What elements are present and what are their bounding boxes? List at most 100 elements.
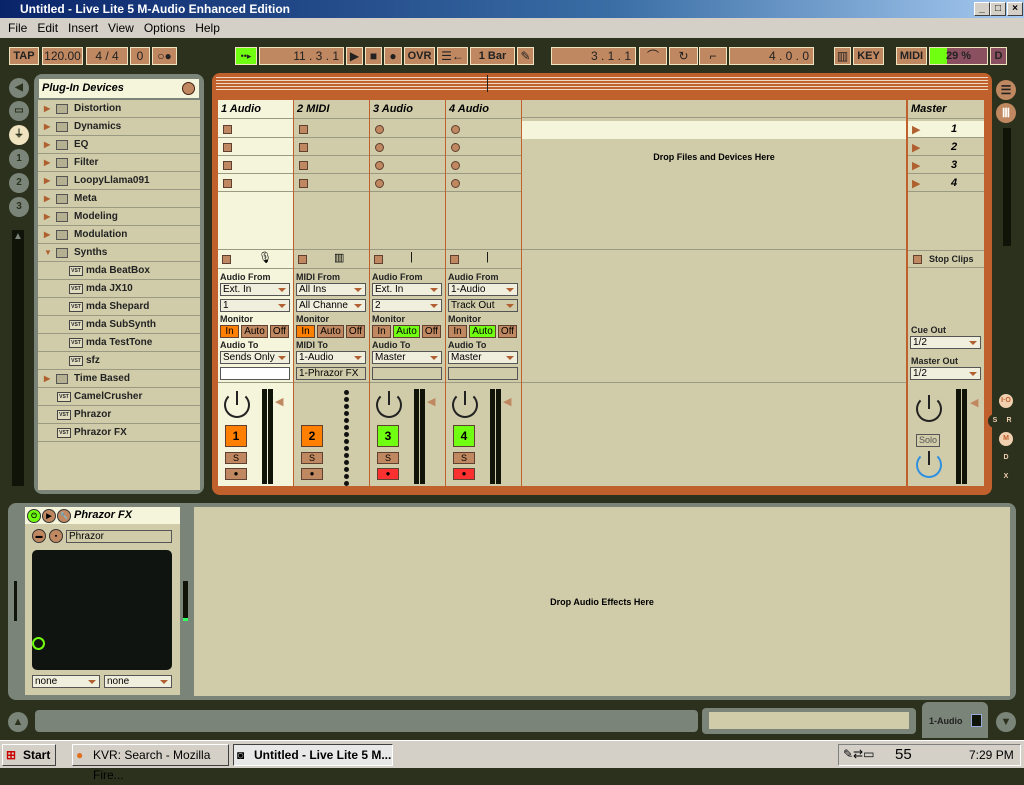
- input-type-dropdown[interactable]: All Ins: [296, 283, 366, 296]
- xy-pad[interactable]: [32, 550, 172, 670]
- show-r-button[interactable]: R: [1002, 414, 1016, 428]
- keyboard-icon[interactable]: ▥: [834, 47, 851, 65]
- output-type-dropdown[interactable]: Master: [448, 351, 518, 364]
- plugin-devices-icon[interactable]: ⏚: [9, 125, 29, 145]
- track-title[interactable]: 4 Audio: [446, 100, 521, 119]
- file-browser-3-icon[interactable]: 3: [9, 197, 29, 217]
- clip-record-button[interactable]: [375, 143, 384, 152]
- track-activator-button[interactable]: 1: [225, 425, 247, 447]
- output-channel-field[interactable]: [448, 367, 518, 380]
- clip-stop-button[interactable]: [223, 143, 232, 152]
- live-devices-icon[interactable]: ▭: [9, 101, 29, 121]
- key-map-button[interactable]: KEY: [853, 47, 884, 65]
- browser-item[interactable]: VST mda SubSynth: [38, 316, 200, 334]
- monitor-off-button[interactable]: Off: [346, 325, 365, 338]
- hide-device-view-icon[interactable]: ▼: [996, 712, 1016, 732]
- punch-out-icon[interactable]: ⌐: [699, 47, 727, 65]
- pencil-icon[interactable]: ✎: [517, 47, 534, 65]
- expand-arrow-icon[interactable]: ▶: [44, 370, 50, 388]
- session-scrollbar[interactable]: [1003, 128, 1011, 246]
- arm-button[interactable]: ●: [453, 468, 475, 480]
- y-param-dropdown[interactable]: none: [104, 675, 172, 688]
- save-icon[interactable]: ▪: [49, 529, 63, 543]
- menu-view[interactable]: View: [106, 21, 136, 35]
- input-type-dropdown[interactable]: Ext. In: [372, 283, 442, 296]
- expand-arrow-icon[interactable]: ▶: [44, 118, 50, 136]
- play-icon[interactable]: ▶: [912, 177, 920, 190]
- tempo-field[interactable]: 120.00: [42, 47, 83, 65]
- clip-slot[interactable]: [294, 121, 369, 138]
- back-to-arrangement-icon[interactable]: ☰←: [437, 47, 468, 65]
- hotswap-icon[interactable]: [182, 82, 195, 95]
- expand-arrow-icon[interactable]: ▶: [44, 208, 50, 226]
- scene-launch[interactable]: ▶ 1: [908, 121, 984, 138]
- minimize-button[interactable]: _: [974, 2, 990, 16]
- arm-button[interactable]: ●: [301, 468, 323, 480]
- device-fold-icon[interactable]: ▶: [42, 509, 56, 523]
- clip-slot[interactable]: [370, 121, 445, 138]
- master-volume-knob[interactable]: [916, 395, 942, 422]
- stop-button[interactable]: [298, 255, 307, 264]
- menu-insert[interactable]: Insert: [66, 21, 100, 35]
- drop-area[interactable]: Drop Files and Devices Here: [522, 100, 906, 486]
- follow-button[interactable]: ••▸: [235, 47, 257, 65]
- volume-arrow-icon[interactable]: ◀: [503, 395, 511, 408]
- expand-arrow-icon[interactable]: ▶: [44, 154, 50, 172]
- input-type-dropdown[interactable]: Ext. In: [220, 283, 290, 296]
- clip-slot[interactable]: [446, 139, 521, 156]
- overdub-button[interactable]: OVR: [404, 47, 435, 65]
- browser-item[interactable]: VST CamelCrusher: [38, 388, 200, 406]
- monitor-in-button[interactable]: In: [296, 325, 315, 338]
- hide-browser-icon[interactable]: ◀: [9, 78, 29, 98]
- pan-knob[interactable]: [376, 391, 402, 418]
- monitor-in-button[interactable]: In: [448, 325, 467, 338]
- solo-button[interactable]: S: [301, 452, 323, 464]
- clip-record-button[interactable]: [451, 125, 460, 134]
- input-channel-dropdown[interactable]: 2: [372, 299, 442, 312]
- volume-arrow-icon[interactable]: ◀: [970, 396, 978, 409]
- quantize-dropdown[interactable]: 1 Bar: [470, 47, 515, 65]
- input-type-dropdown[interactable]: 1-Audio: [448, 283, 518, 296]
- audio-effects-drop-area[interactable]: Drop Audio Effects Here: [194, 507, 1010, 696]
- stop-button[interactable]: [374, 255, 383, 264]
- monitor-in-button[interactable]: In: [220, 325, 239, 338]
- show-device-view-icon[interactable]: ▲: [8, 712, 28, 732]
- arm-button[interactable]: ●: [225, 468, 247, 480]
- punch-in-icon[interactable]: ⌒: [639, 47, 667, 65]
- solo-button[interactable]: Solo: [916, 434, 940, 447]
- clip-slot[interactable]: [294, 139, 369, 156]
- output-type-dropdown[interactable]: 1-Audio: [296, 351, 366, 364]
- track-activator-button[interactable]: 4: [453, 425, 475, 447]
- browser-item[interactable]: VST Phrazor: [38, 406, 200, 424]
- menu-help[interactable]: Help: [193, 21, 222, 35]
- clip-stop-button[interactable]: [299, 161, 308, 170]
- taskbar-live[interactable]: ◙ Untitled - Live Lite 5 M...: [233, 744, 393, 766]
- clip-record-button[interactable]: [375, 179, 384, 188]
- clip-slot[interactable]: [370, 139, 445, 156]
- master-out-dropdown[interactable]: 1/2: [910, 367, 981, 380]
- input-channel-dropdown[interactable]: All Channe: [296, 299, 366, 312]
- scene-launch[interactable]: ▶ 4: [908, 175, 984, 192]
- browser-item[interactable]: VST mda TestTone: [38, 334, 200, 352]
- output-channel-field[interactable]: [220, 367, 290, 380]
- clip-stop-button[interactable]: [223, 161, 232, 170]
- clip-slot[interactable]: [294, 175, 369, 192]
- track-title[interactable]: 1 Audio: [218, 100, 293, 119]
- clip-record-button[interactable]: [451, 179, 460, 188]
- browser-item[interactable]: VST mda Shepard: [38, 298, 200, 316]
- show-x-button[interactable]: X: [999, 470, 1013, 484]
- clip-slot[interactable]: [446, 121, 521, 138]
- pan-knob[interactable]: [452, 391, 478, 418]
- menu-edit[interactable]: Edit: [35, 21, 60, 35]
- clip-slot[interactable]: [446, 157, 521, 174]
- record-button[interactable]: ●: [384, 47, 402, 65]
- clip-stop-button[interactable]: [223, 179, 232, 188]
- collapse-arrow-icon[interactable]: ▼: [44, 244, 52, 262]
- expand-arrow-icon[interactable]: ▶: [44, 136, 50, 154]
- loop-icon[interactable]: ↻: [669, 47, 698, 65]
- output-channel-field[interactable]: [372, 367, 442, 380]
- metronome-button[interactable]: ○●: [152, 47, 177, 65]
- arm-button[interactable]: ●: [377, 468, 399, 480]
- x-param-dropdown[interactable]: none: [32, 675, 100, 688]
- track-title[interactable]: 3 Audio: [370, 100, 445, 119]
